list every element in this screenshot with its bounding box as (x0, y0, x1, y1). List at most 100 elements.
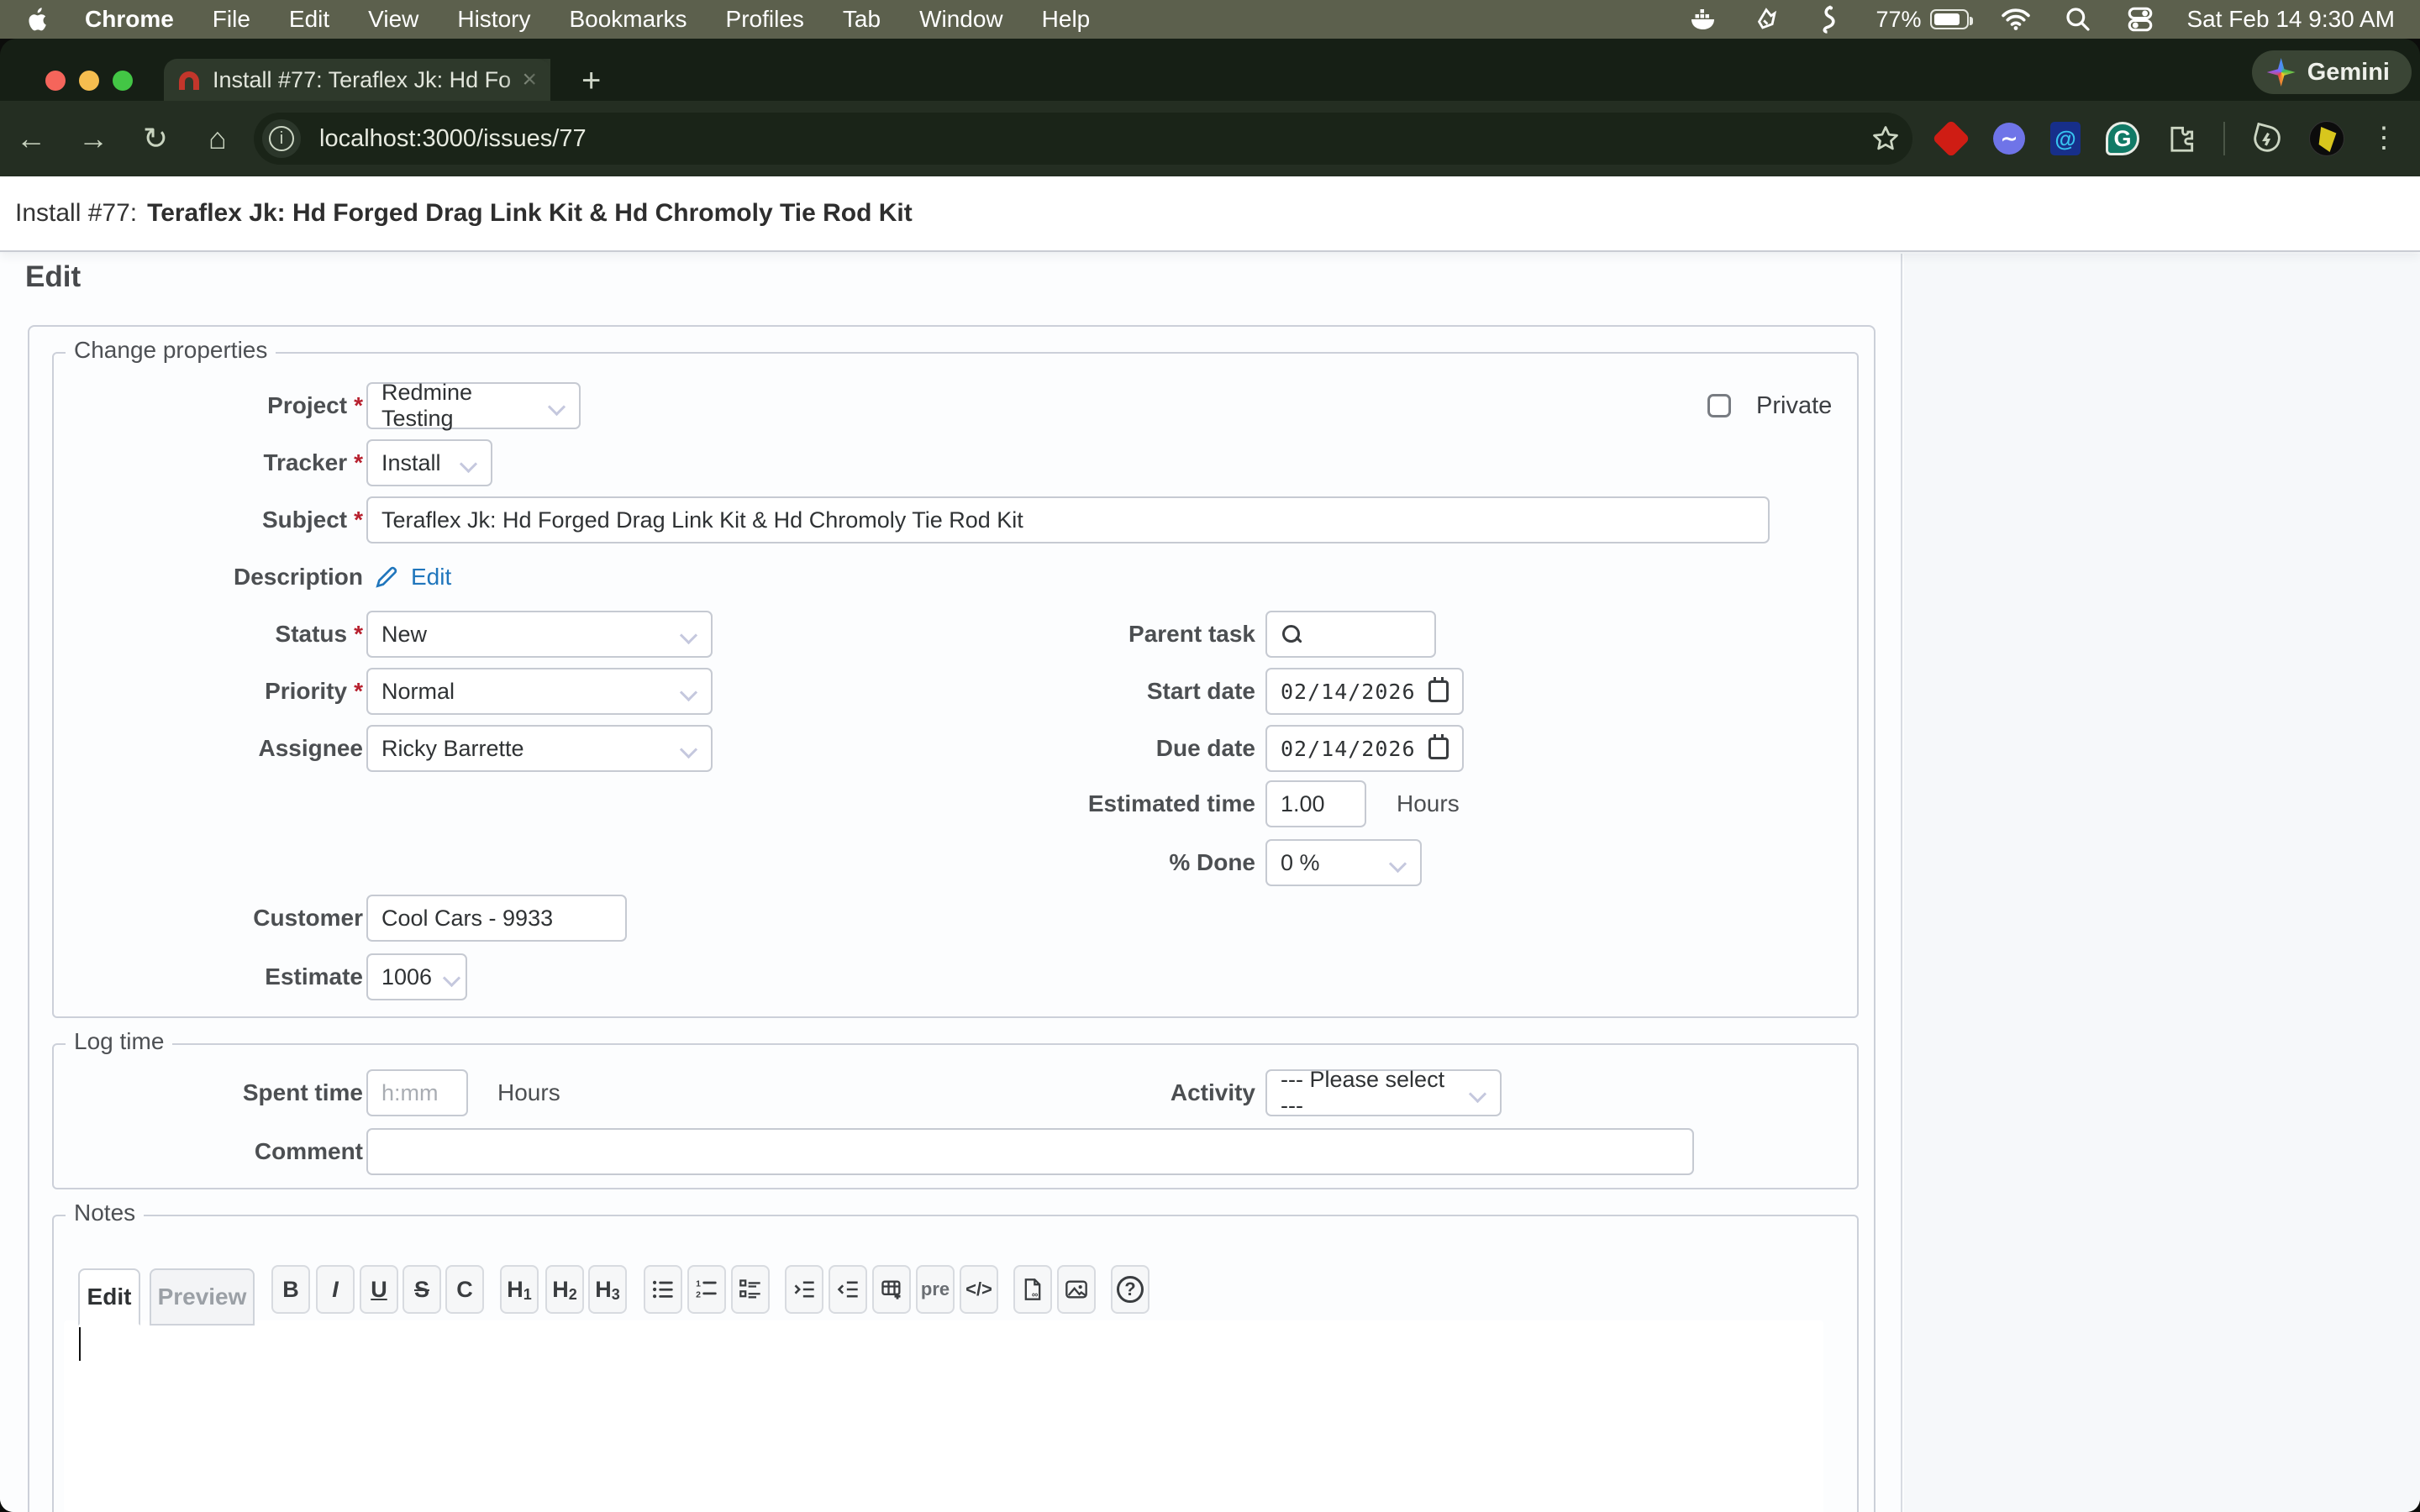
italic-button[interactable]: I (316, 1265, 355, 1314)
numbered-list-button[interactable]: 12 (687, 1265, 726, 1314)
heading2-button[interactable]: H2 (545, 1265, 584, 1314)
menu-edit[interactable]: Edit (270, 6, 349, 33)
gemini-button[interactable]: Gemini (2252, 50, 2412, 94)
due-date-label: Due date (928, 735, 1255, 762)
inline-code-button[interactable]: C (445, 1265, 484, 1314)
address-bar[interactable]: i localhost:3000/issues/77 (254, 113, 1912, 165)
help-button[interactable]: ? (1111, 1265, 1150, 1314)
status-select[interactable]: New (366, 611, 713, 658)
menu-file[interactable]: File (193, 6, 270, 33)
notes-fieldset: Notes Edit Preview B I U S C H1 H2 (52, 1215, 1859, 1512)
wiki-toolbar: Edit Preview B I U S C H1 H2 H3 (54, 1265, 1857, 1324)
zoom-window-button[interactable] (113, 71, 133, 91)
tab-preview[interactable]: Preview (150, 1268, 255, 1326)
parent-task-input[interactable] (1265, 611, 1436, 658)
activity-label: Activity (928, 1079, 1255, 1106)
insert-table-button[interactable] (872, 1265, 911, 1314)
menubar-clock[interactable]: Sat Feb 14 9:30 AM (2187, 6, 2396, 33)
assignee-select[interactable]: Ricky Barrette (366, 725, 713, 772)
outdent-button[interactable] (829, 1265, 867, 1314)
bold-button[interactable]: B (271, 1265, 310, 1314)
indent-button[interactable] (785, 1265, 823, 1314)
description-edit-link[interactable]: Edit (411, 564, 451, 591)
notes-legend: Notes (66, 1200, 144, 1226)
project-select[interactable]: Redmine Testing (366, 382, 581, 429)
page-content: Edit Change properties Project* Redmine … (0, 254, 2420, 1512)
browser-tab[interactable]: Install #77: Teraflex Jk: Hd Fo × (164, 59, 550, 101)
heading3-button[interactable]: H3 (588, 1265, 627, 1314)
snake-app-icon[interactable] (1813, 4, 1844, 34)
bullet-list-button[interactable] (644, 1265, 682, 1314)
forward-button[interactable]: → (62, 121, 124, 156)
menu-history[interactable]: History (438, 6, 550, 33)
spotlight-search-icon[interactable] (2063, 4, 2093, 34)
toolbar-separator (2223, 122, 2225, 155)
menu-chrome[interactable]: Chrome (66, 6, 193, 33)
battery-icon (1930, 9, 1969, 29)
underline-button[interactable]: U (360, 1265, 398, 1314)
tab-edit[interactable]: Edit (78, 1268, 140, 1326)
assignee-label: Assignee (54, 735, 363, 762)
home-button[interactable]: ⌂ (187, 121, 249, 156)
activity-select[interactable]: --- Please select --- (1265, 1069, 1502, 1116)
task-list-button[interactable] (731, 1265, 770, 1314)
due-date-input[interactable]: 02/14/2026 (1265, 725, 1464, 772)
extension-icon-purple[interactable]: ∼ (1993, 123, 2025, 155)
reload-button[interactable]: ↻ (124, 121, 187, 156)
spent-time-row: Spent time h:mm Hours Activity --- Pleas… (54, 1069, 1857, 1116)
menu-bookmarks[interactable]: Bookmarks (550, 6, 706, 33)
private-label: Private (1756, 392, 1832, 420)
docker-icon[interactable] (1689, 4, 1719, 34)
close-window-button[interactable] (45, 71, 66, 91)
apple-menu-icon[interactable] (24, 5, 52, 34)
back-button[interactable]: ← (0, 121, 62, 156)
subject-input[interactable]: Teraflex Jk: Hd Forged Drag Link Kit & H… (366, 496, 1770, 543)
preformatted-button[interactable]: pre (916, 1265, 955, 1314)
site-info-button[interactable]: i (262, 119, 301, 158)
menu-view[interactable]: View (349, 6, 438, 33)
strikethrough-button[interactable]: S (402, 1265, 441, 1314)
priority-label: Priority* (54, 678, 363, 705)
attach-file-button[interactable]: ∞ (1013, 1265, 1052, 1314)
menu-help[interactable]: Help (1023, 6, 1110, 33)
minimize-window-button[interactable] (79, 71, 99, 91)
spent-time-label: Spent time (54, 1079, 363, 1106)
menubar-menus: Chrome File Edit View History Bookmarks … (0, 5, 1109, 34)
browser-menu-icon[interactable]: ⋮ (2370, 127, 2398, 150)
estimate-select[interactable]: 1006 (366, 953, 467, 1000)
project-label: Project* (54, 392, 363, 419)
extensions-puzzle-icon[interactable] (2165, 122, 2198, 155)
url-text[interactable]: localhost:3000/issues/77 (319, 125, 1859, 153)
statusbar-app-icon[interactable] (1751, 4, 1781, 34)
grammarly-icon[interactable]: G (2106, 122, 2139, 155)
bookmark-star-icon[interactable] (1870, 123, 1901, 154)
battery-percent: 77% (1876, 7, 1921, 33)
calendar-icon[interactable] (1428, 680, 1449, 702)
private-checkbox[interactable] (1707, 394, 1731, 417)
menu-window[interactable]: Window (900, 6, 1023, 33)
wifi-icon[interactable] (2001, 4, 2031, 34)
tracker-select[interactable]: Install (366, 439, 492, 486)
done-ratio-select[interactable]: 0 % (1265, 839, 1422, 886)
battery-indicator[interactable]: 77% (1876, 7, 1968, 33)
heading1-button[interactable]: H1 (500, 1265, 539, 1314)
profile-avatar[interactable] (2309, 121, 2344, 156)
start-date-input[interactable]: 02/14/2026 (1265, 668, 1464, 715)
comment-input[interactable] (366, 1128, 1694, 1175)
insert-image-button[interactable] (1057, 1265, 1096, 1314)
new-tab-button[interactable]: + (581, 64, 601, 97)
notes-textarea[interactable] (64, 1320, 1823, 1512)
control-center-icon[interactable] (2125, 4, 2155, 34)
estimated-time-input[interactable]: 1.00 (1265, 780, 1366, 827)
calendar-icon[interactable] (1428, 738, 1449, 759)
extension-icon-red[interactable] (1934, 122, 1968, 155)
battery-saver-icon[interactable] (2250, 122, 2284, 155)
spent-time-input[interactable]: h:mm (366, 1069, 468, 1116)
code-block-button[interactable]: </> (960, 1265, 998, 1314)
priority-select[interactable]: Normal (366, 668, 713, 715)
customer-input[interactable]: Cool Cars - 9933 (366, 895, 627, 942)
menu-profiles[interactable]: Profiles (707, 6, 823, 33)
extension-icon-lock[interactable]: @ (2050, 122, 2081, 155)
log-time-fieldset: Log time Spent time h:mm Hours Activity … (52, 1043, 1859, 1189)
menu-tab[interactable]: Tab (823, 6, 900, 33)
